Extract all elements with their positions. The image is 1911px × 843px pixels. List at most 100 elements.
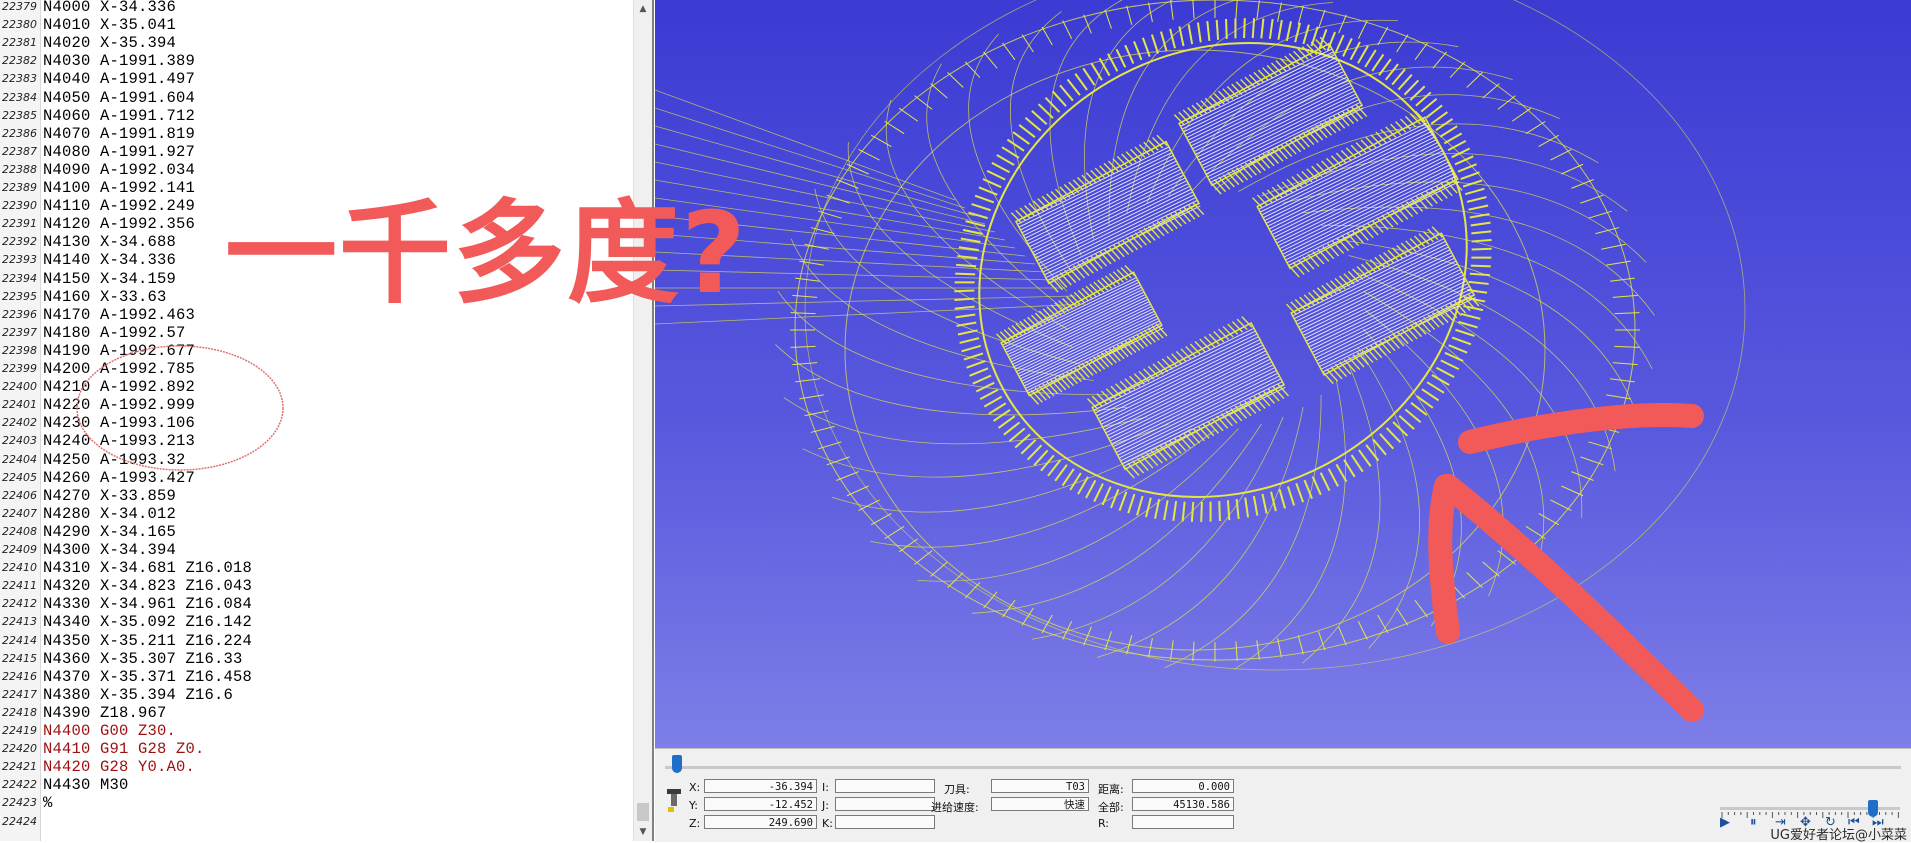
- slot-pass-line: [1021, 315, 1158, 382]
- line-number: 22414: [2, 633, 37, 647]
- hub-tooth: [1251, 18, 1256, 39]
- line-number: 22388: [2, 162, 37, 176]
- line-number: 22424: [2, 814, 37, 828]
- line-number: 22408: [2, 524, 37, 538]
- outer-spike: [1256, 0, 1260, 20]
- outer-spike: [1192, 0, 1195, 19]
- outer-spike: [1511, 538, 1532, 553]
- outer-spike: [1297, 5, 1304, 25]
- hub-tooth: [1200, 501, 1203, 522]
- nc-code-text: N4420 G28 Y0.A0.: [43, 758, 196, 777]
- timeline-slider-handle[interactable]: [672, 755, 683, 773]
- hub-tooth: [1358, 449, 1372, 467]
- outer-spike: [795, 378, 820, 383]
- toolpath-3d-viewport[interactable]: [655, 0, 1911, 748]
- line-number: 22397: [2, 325, 37, 339]
- slot-fringe: [1146, 452, 1159, 467]
- sweep-wire: [1321, 224, 1653, 370]
- nc-code-text: N4000 X-34.336: [43, 0, 177, 16]
- outer-spike: [930, 561, 948, 577]
- hub-tooth: [1209, 501, 1212, 522]
- slot-fringe: [1239, 403, 1252, 417]
- nc-code-text: N4170 A-1992.463: [43, 305, 196, 324]
- feed-rate-field: 快速: [991, 797, 1089, 811]
- z-coordinate-label: Z:: [689, 817, 701, 830]
- x-coordinate-label: X:: [689, 781, 701, 794]
- outer-spike: [1432, 591, 1447, 609]
- slot-pass-line: [1007, 289, 1144, 356]
- outer-spike: [1525, 525, 1546, 540]
- line-number: 22416: [2, 669, 37, 683]
- hub-tooth: [954, 305, 975, 310]
- outer-spike: [1357, 20, 1368, 39]
- outer-spike: [1041, 614, 1053, 634]
- tool-field: T03: [991, 779, 1089, 793]
- hub-tooth: [1244, 497, 1250, 518]
- nc-code-text: N4430 M30: [43, 776, 129, 795]
- nc-code-text: N4040 A-1991.497: [43, 70, 196, 89]
- play-icon[interactable]: ▶: [1720, 815, 1730, 830]
- slot-fringe: [1236, 167, 1249, 181]
- outer-spike: [1466, 572, 1483, 588]
- sweep-wire: [1096, 407, 1304, 658]
- nc-code-text: N4010 X-35.041: [43, 16, 177, 35]
- outer-spike: [1235, 641, 1238, 662]
- hub-tooth: [969, 367, 989, 377]
- scroll-up-arrow-icon[interactable]: ▲: [634, 0, 652, 18]
- outer-spike: [1062, 20, 1073, 39]
- outer-spike: [1041, 26, 1053, 46]
- k-label: K:: [822, 817, 833, 830]
- outer-spike: [964, 61, 981, 78]
- line-number: 22382: [2, 54, 37, 68]
- outer-spike: [1414, 42, 1428, 61]
- nc-code-text: N4200 A-1992.785: [43, 360, 196, 378]
- hub-tooth: [1226, 500, 1231, 521]
- outer-spike: [1561, 485, 1584, 497]
- line-number: 22390: [2, 199, 37, 213]
- line-number: 22411: [2, 579, 37, 593]
- hub-tooth: [1098, 57, 1111, 77]
- nc-code-editor[interactable]: 22379 N4000 X-34.336 22380 N4010 X-35.041 22…: [0, 0, 654, 841]
- nc-code-text: N4100 A-1992.141: [43, 179, 196, 197]
- hub-tooth: [992, 408, 1011, 422]
- outer-spike: [1235, 0, 1238, 19]
- scroll-down-arrow-icon[interactable]: ▼: [634, 823, 652, 841]
- hub-tooth: [1379, 433, 1395, 450]
- outer-spike: [790, 312, 816, 315]
- nc-code-text: N4280 X-34.012: [43, 504, 177, 523]
- line-number: 22391: [2, 217, 37, 231]
- hub-tooth: [1196, 22, 1202, 43]
- hub-tooth: [1277, 19, 1283, 40]
- scrollbar-thumb[interactable]: [637, 803, 649, 821]
- outer-spike: [870, 134, 892, 148]
- outer-spike: [1377, 614, 1389, 634]
- line-number: 22393: [2, 253, 37, 267]
- outer-spike: [1021, 607, 1034, 626]
- vertical-scrollbar[interactable]: ▲ ▼: [633, 0, 652, 841]
- outer-spike: [792, 362, 818, 366]
- total-label: 全部:: [1098, 801, 1124, 814]
- outer-spike: [914, 95, 933, 110]
- slot-fringe: [1371, 219, 1384, 233]
- speed-slider[interactable]: [1720, 784, 1900, 818]
- outer-spike: [947, 72, 964, 88]
- r-label: R:: [1098, 817, 1110, 830]
- outer-spike: [898, 107, 919, 122]
- step-back-icon[interactable]: ⏸: [1750, 815, 1757, 830]
- hub-tooth: [1470, 264, 1491, 268]
- simulation-timeline[interactable]: [665, 766, 1901, 769]
- outer-spike: [1338, 14, 1347, 34]
- hub-tooth: [1260, 18, 1265, 39]
- line-number: 22417: [2, 687, 37, 701]
- outer-spike: [1357, 621, 1368, 640]
- slot-fringe: [1366, 222, 1379, 236]
- line-number: 22405: [2, 470, 37, 484]
- outer-spike: [884, 525, 905, 540]
- outer-spike: [930, 83, 948, 99]
- nc-code-text: N4300 X-34.394: [43, 541, 177, 559]
- slot-fringe: [1112, 244, 1125, 258]
- outer-spike: [1610, 378, 1635, 383]
- hub-tooth: [1090, 62, 1103, 81]
- slot-fringe: [1197, 425, 1210, 439]
- nc-code-text: N4150 X-34.159: [43, 269, 177, 288]
